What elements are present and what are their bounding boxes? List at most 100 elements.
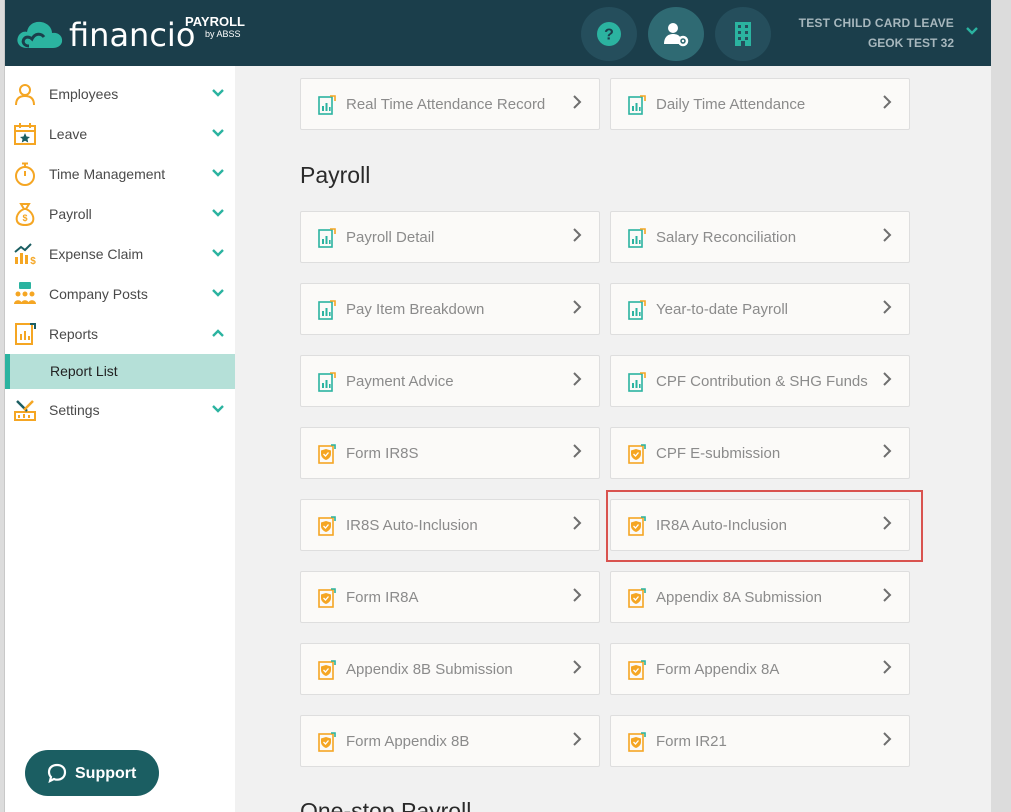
sidebar-item-label: Leave — [49, 126, 88, 142]
form-shield-icon — [628, 444, 646, 464]
chevron-right-icon — [573, 444, 582, 458]
report-card-ir8s-auto-inclusion[interactable]: IR8S Auto-Inclusion — [300, 499, 600, 551]
building-icon — [735, 22, 751, 46]
sidebar-item-company-posts[interactable]: Company Posts — [5, 274, 235, 314]
report-chart-icon — [318, 228, 336, 248]
chevron-down-icon — [212, 209, 224, 217]
chevron-right-icon — [573, 300, 582, 314]
report-card-daily-time-attendance[interactable]: Daily Time Attendance — [610, 78, 910, 130]
stopwatch-icon — [15, 162, 35, 186]
report-card-label: Form IR8A — [346, 589, 419, 606]
report-card-label: Year-to-date Payroll — [656, 301, 789, 318]
report-card-label: CPF E-submission — [656, 445, 781, 462]
form-shield-icon — [628, 732, 646, 752]
help-button[interactable]: ? — [581, 7, 637, 61]
report-chart-icon — [318, 372, 336, 392]
form-shield-icon — [318, 588, 336, 608]
chevron-right-icon — [883, 660, 892, 674]
sidebar-item-reports[interactable]: Reports — [5, 314, 235, 354]
company-button[interactable] — [715, 7, 771, 61]
report-chart-icon — [628, 95, 646, 115]
report-card-year-to-date-payroll[interactable]: Year-to-date Payroll — [610, 283, 910, 335]
cloud-logo-icon — [17, 21, 63, 48]
report-chart-icon — [628, 300, 646, 320]
form-shield-icon — [628, 516, 646, 536]
sidebar-item-label: Reports — [49, 326, 99, 342]
company-name[interactable]: TEST CHILD CARD LEAVE — [799, 16, 954, 30]
form-shield-icon — [628, 588, 646, 608]
sidebar-item-employees[interactable]: Employees — [5, 74, 235, 114]
report-card-payroll-detail[interactable]: Payroll Detail — [300, 211, 600, 263]
sidebar-item-settings[interactable]: Settings — [5, 390, 235, 430]
sidebar-item-expense-claim[interactable]: $ Expense Claim — [5, 234, 235, 274]
report-card-form-ir8s[interactable]: Form IR8S — [300, 427, 600, 479]
chevron-right-icon — [573, 228, 582, 242]
report-card-label: IR8A Auto-Inclusion — [656, 517, 787, 534]
chevron-right-icon — [883, 372, 892, 386]
report-chart-icon — [318, 300, 336, 320]
form-shield-icon — [318, 660, 336, 680]
chevron-right-icon — [883, 444, 892, 458]
report-card-cpf-e-submission[interactable]: CPF E-submission — [610, 427, 910, 479]
report-card-label: Salary Reconciliation — [656, 229, 797, 246]
chevron-right-icon — [883, 732, 892, 746]
chevron-down-icon[interactable] — [966, 26, 978, 36]
window-edge — [1007, 0, 1011, 812]
chevron-down-icon — [212, 249, 224, 257]
report-card-form-appendix-8a[interactable]: Form Appendix 8A — [610, 643, 910, 695]
chevron-right-icon — [883, 95, 892, 109]
report-card-label: CPF Contribution & SHG Funds — [656, 373, 868, 390]
chevron-down-icon — [212, 129, 224, 137]
chevron-down-icon — [212, 289, 224, 297]
report-list-panel: Real Time Attendance Record Daily Time At… — [235, 66, 991, 812]
report-card-payment-advice[interactable]: Payment Advice — [300, 355, 600, 407]
section-title-one-stop-payroll: One-stop Payroll — [300, 798, 472, 812]
form-shield-icon — [318, 444, 336, 464]
form-shield-icon — [628, 660, 646, 680]
sidebar-item-time-management[interactable]: Time Management — [5, 154, 235, 194]
chat-bubble-icon — [47, 763, 67, 783]
calendar-star-icon — [14, 123, 36, 145]
report-card-appendix-8a-submission[interactable]: Appendix 8A Submission — [610, 571, 910, 623]
question-icon: ? — [597, 22, 621, 46]
report-card-label: Pay Item Breakdown — [346, 301, 485, 318]
report-card-label: Payroll Detail — [346, 229, 435, 246]
svg-text:?: ? — [604, 27, 614, 44]
report-chart-icon — [628, 372, 646, 392]
user-settings-button[interactable] — [648, 7, 704, 61]
account-name[interactable]: GEOK TEST 32 — [868, 36, 954, 50]
sidebar-item-leave[interactable]: Leave — [5, 114, 235, 154]
chevron-down-icon — [212, 169, 224, 177]
chevron-right-icon — [573, 588, 582, 602]
chevron-right-icon — [573, 372, 582, 386]
sidebar-item-label: Payroll — [49, 206, 92, 222]
chevron-up-icon — [212, 329, 224, 337]
report-card-form-ir21[interactable]: Form IR21 — [610, 715, 910, 767]
app-window: financio PAYROLL by ABSS ? TEST CHILD CA… — [4, 0, 991, 812]
chevron-down-icon — [212, 405, 224, 413]
support-label: Support — [75, 765, 137, 782]
report-card-pay-item-breakdown[interactable]: Pay Item Breakdown — [300, 283, 600, 335]
report-card-ir8a-auto-inclusion[interactable]: IR8A Auto-Inclusion — [610, 499, 910, 551]
chevron-right-icon — [573, 732, 582, 746]
sidebar-subitem-report-list[interactable]: Report List — [5, 354, 235, 389]
sidebar-item-label: Time Management — [49, 166, 166, 182]
report-card-appendix-8b-submission[interactable]: Appendix 8B Submission — [300, 643, 600, 695]
chevron-right-icon — [573, 95, 582, 109]
chevron-right-icon — [883, 588, 892, 602]
support-button[interactable]: Support — [25, 750, 159, 796]
logo-byline: by ABSS — [205, 29, 241, 39]
sidebar-item-label: Employees — [49, 86, 119, 102]
report-card-form-ir8a[interactable]: Form IR8A — [300, 571, 600, 623]
expense-chart-icon: $ — [14, 243, 36, 266]
top-header: financio PAYROLL by ABSS ? TEST CHILD CA… — [5, 0, 991, 66]
report-card-label: Form IR21 — [656, 733, 727, 750]
chevron-right-icon — [883, 228, 892, 242]
chevron-right-icon — [573, 660, 582, 674]
sidebar-item-payroll[interactable]: $ Payroll — [5, 194, 235, 234]
financio-logo[interactable]: financio PAYROLL by ABSS — [15, 12, 255, 56]
report-card-form-appendix-8b[interactable]: Form Appendix 8B — [300, 715, 600, 767]
report-card-salary-reconciliation[interactable]: Salary Reconciliation — [610, 211, 910, 263]
report-card-real-time-attendance-record[interactable]: Real Time Attendance Record — [300, 78, 600, 130]
report-card-cpf-contribution-shg-funds[interactable]: CPF Contribution & SHG Funds — [610, 355, 910, 407]
